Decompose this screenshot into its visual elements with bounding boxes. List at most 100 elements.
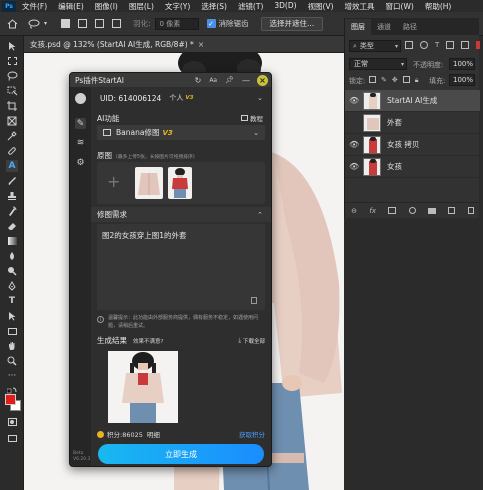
refresh-icon[interactable]: ↻ xyxy=(195,76,202,85)
new-selection-icon[interactable] xyxy=(61,19,71,28)
photoshop-logo[interactable]: Ps xyxy=(2,0,16,12)
menu-select[interactable]: 选择(S) xyxy=(201,1,227,12)
close-tab-icon[interactable]: × xyxy=(198,40,204,49)
filter-adjust-icon[interactable] xyxy=(420,41,428,49)
filter-pixel-icon[interactable] xyxy=(405,41,413,49)
fx-icon[interactable]: fx xyxy=(369,207,376,215)
brush-icon[interactable] xyxy=(6,175,18,187)
eyedropper-icon[interactable] xyxy=(6,130,18,142)
screen-mode-icon[interactable] xyxy=(6,432,18,444)
foreground-color-swatch-front[interactable] xyxy=(5,394,16,405)
source-image-girl[interactable] xyxy=(168,167,192,199)
menu-3d[interactable]: 3D(D) xyxy=(274,1,296,12)
tab-channels[interactable]: 通道 xyxy=(371,19,397,35)
layers-stack-icon[interactable]: ≋ xyxy=(75,137,86,148)
frame-icon[interactable] xyxy=(6,115,18,127)
result-unsatisfied-link[interactable]: 效果不满意? xyxy=(133,337,163,345)
layer-name[interactable]: 外套 xyxy=(387,117,402,128)
rectangle-icon[interactable] xyxy=(6,325,18,337)
feather-input[interactable]: 0 像素 xyxy=(154,17,199,30)
tutorial-link[interactable]: 教程 xyxy=(241,113,263,123)
menu-file[interactable]: 文件(F) xyxy=(22,1,47,12)
menu-window[interactable]: 窗口(W) xyxy=(386,1,414,12)
generate-button[interactable]: 立即生成 xyxy=(98,444,264,464)
layer-name[interactable]: StartAI AI生成 xyxy=(387,95,437,106)
layer-row-girl[interactable]: 👁︎ 女孩 xyxy=(345,156,480,178)
blend-mode-select[interactable]: 正常 ▾ xyxy=(349,58,407,70)
folder-icon[interactable] xyxy=(428,207,437,214)
select-and-mask-button[interactable]: 选择并遮住... xyxy=(260,16,324,31)
eraser-icon[interactable] xyxy=(6,220,18,232)
link-icon[interactable]: ⊖ xyxy=(351,207,357,215)
lock-image-icon[interactable]: ✎ xyxy=(381,76,387,85)
requirement-section-header[interactable]: 修图需求 ⌃ xyxy=(91,207,271,222)
text-icon[interactable]: T xyxy=(6,295,18,307)
layer-row-coat[interactable]: 外套 xyxy=(345,112,480,134)
clear-trash-icon[interactable] xyxy=(251,297,257,304)
tab-layers[interactable]: 图层 xyxy=(345,19,371,35)
new-layer-icon[interactable] xyxy=(448,207,456,214)
model-dropdown[interactable]: Banana修图 V3 ⌄ xyxy=(97,125,265,140)
hand-icon[interactable] xyxy=(6,340,18,352)
quick-mask-icon[interactable] xyxy=(6,416,18,428)
menu-plugins[interactable]: 增效工具 xyxy=(345,1,375,12)
antialias-checkbox[interactable]: ✓ xyxy=(206,19,216,28)
add-selection-icon[interactable] xyxy=(78,19,88,28)
opacity-input[interactable]: 100% xyxy=(449,58,475,70)
menu-view[interactable]: 视图(V) xyxy=(308,1,334,12)
points-detail-link[interactable]: 明细 xyxy=(147,429,160,439)
more-tools-icon[interactable]: ··· xyxy=(6,370,18,382)
visibility-eye-icon[interactable]: 👁︎ xyxy=(349,96,359,105)
gradient-icon[interactable] xyxy=(6,235,18,247)
menu-filter[interactable]: 滤镜(T) xyxy=(238,1,263,12)
move-icon[interactable] xyxy=(6,40,18,52)
zoom-icon[interactable] xyxy=(6,355,18,367)
font-size-icon[interactable]: Aa xyxy=(209,77,217,84)
document-tab[interactable]: 女孩.psd @ 132% (StartAI AI生成, RGB/8#) * × xyxy=(24,36,344,53)
download-icon[interactable]: ⤓ xyxy=(238,337,241,345)
layer-name[interactable]: 女孩 拷贝 xyxy=(387,139,419,150)
object-select-icon[interactable] xyxy=(6,85,18,97)
history-brush-icon[interactable] xyxy=(6,205,18,217)
mask-icon[interactable] xyxy=(388,207,397,214)
close-plugin-button[interactable]: × xyxy=(257,74,268,86)
menu-type[interactable]: 文字(Y) xyxy=(165,1,190,12)
menu-help[interactable]: 帮助(H) xyxy=(425,1,452,12)
trash-icon[interactable] xyxy=(467,207,474,214)
layer-kind-filter[interactable]: ⌕ 类型 ▾ xyxy=(349,40,401,52)
layer-row-girl-copy[interactable]: 👁︎ 女孩 拷贝 xyxy=(345,134,480,156)
get-points-link[interactable]: 获取积分 xyxy=(239,429,265,439)
minimize-icon[interactable]: — xyxy=(242,76,250,85)
lasso-tool-preset-icon[interactable] xyxy=(28,19,42,29)
lock-position-icon[interactable]: ✥ xyxy=(392,76,398,85)
edit-icon[interactable]: ✎ xyxy=(75,118,86,129)
path-select-icon[interactable] xyxy=(6,310,18,322)
menu-image[interactable]: 图像(I) xyxy=(95,1,118,12)
lock-all-icon[interactable]: 🔒︎ xyxy=(415,76,419,85)
plugin-title-bar[interactable]: Ps插件StartAI ↻ Aa 📌︎ — × xyxy=(70,73,271,87)
settings-gear-icon[interactable]: ⚙ xyxy=(75,157,86,168)
source-image-coat[interactable] xyxy=(135,167,163,199)
layer-name[interactable]: 女孩 xyxy=(387,161,402,172)
home-icon[interactable] xyxy=(6,18,18,30)
crop-icon[interactable] xyxy=(6,100,18,112)
blur-icon[interactable] xyxy=(6,250,18,262)
ai-tool-icon[interactable]: A xyxy=(6,160,18,172)
layer-row-startai[interactable]: 👁︎ StartAI AI生成 xyxy=(345,90,480,112)
stamp-icon[interactable] xyxy=(6,190,18,202)
fill-input[interactable]: 100% xyxy=(449,74,475,86)
subtract-selection-icon[interactable] xyxy=(95,19,105,28)
pen-icon[interactable] xyxy=(6,280,18,292)
lasso-icon[interactable] xyxy=(6,70,18,82)
visibility-eye-icon[interactable]: 👁︎ xyxy=(349,140,359,149)
chevron-down-icon[interactable]: ⌄ xyxy=(257,94,263,102)
lock-transparent-icon[interactable] xyxy=(369,76,376,83)
dodge-icon[interactable] xyxy=(6,265,18,277)
heal-icon[interactable] xyxy=(6,145,18,157)
marquee-icon[interactable] xyxy=(6,55,18,67)
tab-paths[interactable]: 路径 xyxy=(397,19,423,35)
menu-edit[interactable]: 编辑(E) xyxy=(58,1,84,12)
chevron-down-icon[interactable]: ▾ xyxy=(44,20,47,27)
filter-text-icon[interactable]: T xyxy=(435,41,439,49)
lock-artboard-icon[interactable] xyxy=(402,76,410,83)
